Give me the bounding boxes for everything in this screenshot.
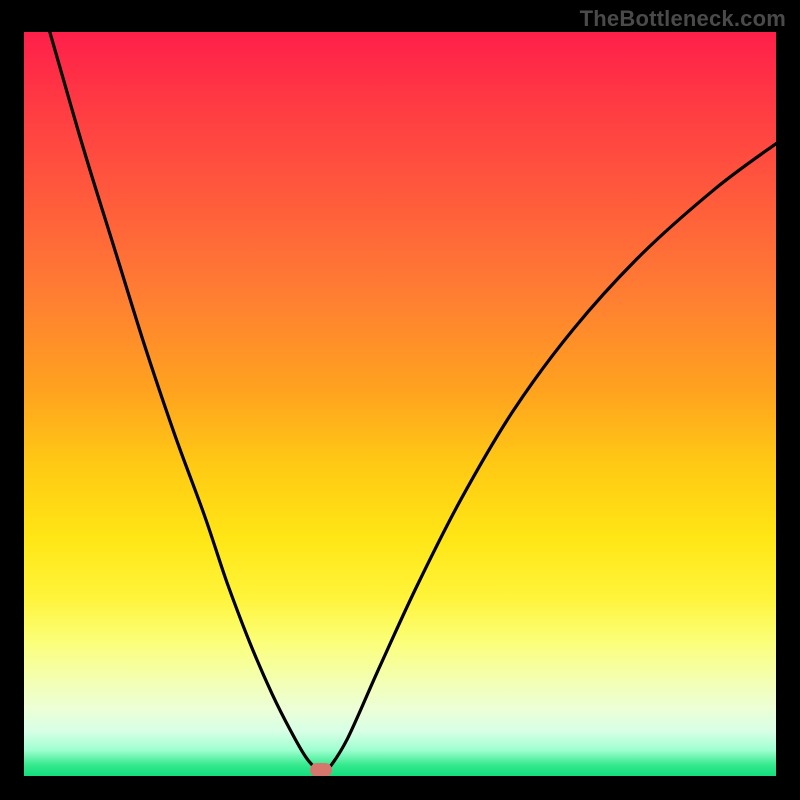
watermark-text: TheBottleneck.com <box>580 6 786 32</box>
bottleneck-curve <box>24 32 776 776</box>
curve-path <box>24 32 776 772</box>
minimum-marker <box>310 763 332 776</box>
chart-stage: TheBottleneck.com <box>0 0 800 800</box>
plot-area <box>24 32 776 776</box>
